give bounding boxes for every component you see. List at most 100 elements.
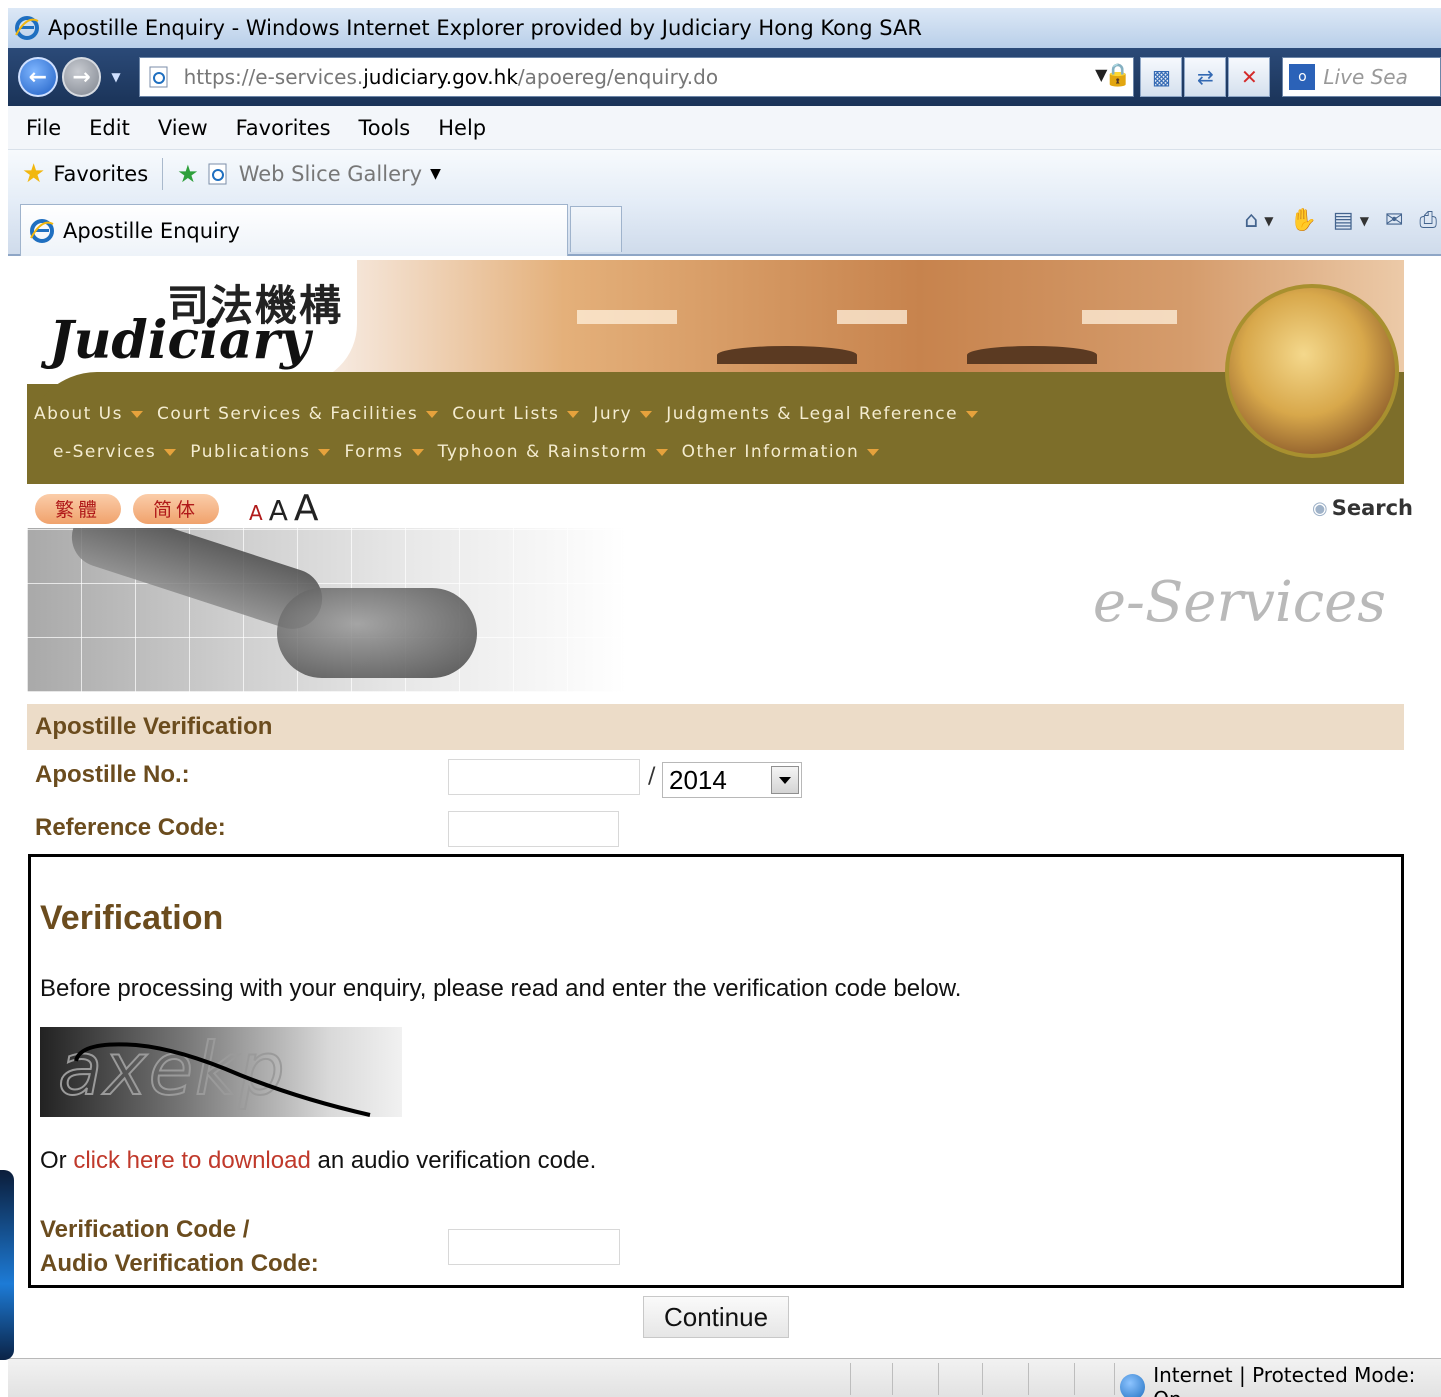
traditional-chinese-button[interactable]: 繁體 — [35, 493, 121, 524]
close-icon: ✕ — [1241, 65, 1258, 89]
status-bar: Internet | Protected Mode: On — [8, 1358, 1441, 1397]
verification-box: Verification Before processing with your… — [28, 854, 1404, 1288]
audio-suffix: an audio verification code. — [310, 1147, 597, 1174]
tab-bar: Apostille Enquiry ⌂ ▼ ✋ ▤ ▼ ✉ ⎙ — [8, 198, 1441, 256]
mail-icon[interactable]: ✉ — [1385, 208, 1403, 233]
live-search-placeholder: Live Sea — [1323, 65, 1408, 89]
year-value: 2014 — [669, 764, 727, 795]
nav-court-services[interactable]: Court Services & Facilities — [157, 404, 448, 424]
new-tab-button[interactable] — [570, 206, 622, 252]
caret-down-icon — [966, 410, 979, 418]
main-nav-row-1: About Us Court Services & Facilities Cou… — [27, 404, 1127, 424]
favorites-bar: ★ Favorites ★ Web Slice Gallery ▼ — [8, 150, 1441, 198]
nav-jury[interactable]: Jury — [593, 404, 662, 424]
favorites-button[interactable]: Favorites — [53, 162, 148, 186]
globe-icon — [1120, 1374, 1146, 1397]
home-dropdown-icon[interactable]: ▼ — [1264, 214, 1273, 228]
print-icon[interactable]: ⎙ — [1419, 208, 1437, 233]
menu-tools[interactable]: Tools — [359, 116, 411, 140]
apostille-no-label: Apostille No.: — [35, 761, 190, 788]
main-nav-row-2: e-Services Publications Forms Typhoon & … — [27, 442, 1127, 462]
refresh-button[interactable]: ⇄ — [1184, 57, 1227, 97]
refresh-icon: ⇄ — [1197, 65, 1214, 89]
year-select[interactable]: 2014 — [662, 762, 802, 798]
ie-logo-icon — [30, 218, 54, 243]
page-content: 司法機構 Judiciary About Us Court Services &… — [12, 256, 1441, 1358]
window-titlebar: Apostille Enquiry - Windows Internet Exp… — [8, 8, 1441, 48]
chevron-down-icon[interactable] — [771, 766, 799, 794]
nav-other-information[interactable]: Other Information — [682, 442, 890, 462]
security-zone-label: Internet | Protected Mode: On — [1153, 1363, 1416, 1397]
nav-typhoon-rainstorm[interactable]: Typhoon & Rainstorm — [438, 442, 678, 462]
courtroom-image — [1225, 284, 1399, 458]
url-scheme: https:// — [183, 65, 256, 89]
security-zone[interactable]: Internet | Protected Mode: On — [1120, 1363, 1441, 1397]
nav-about-us[interactable]: About Us — [34, 404, 153, 424]
toolbar-divider — [162, 158, 164, 190]
home-icon[interactable]: ⌂ — [1244, 208, 1258, 233]
reference-code-input[interactable] — [448, 811, 619, 847]
download-audio-link[interactable]: click here to download — [73, 1147, 310, 1174]
live-search-input[interactable]: o Live Sea — [1282, 57, 1441, 97]
font-medium-button[interactable]: A — [269, 494, 288, 527]
verification-code-input[interactable] — [448, 1229, 620, 1265]
language-bar: 繁體 简体 A A A — [35, 488, 318, 529]
search-label: Search — [1331, 496, 1413, 520]
forward-button[interactable]: → — [61, 57, 102, 97]
apostille-no-input[interactable] — [448, 759, 640, 795]
verification-code-label: Verification Code / Audio Verification C… — [40, 1213, 319, 1280]
star-icon[interactable]: ★ — [22, 159, 45, 189]
ie-logo-icon — [15, 16, 39, 40]
web-slice-icon — [208, 163, 227, 185]
font-small-button[interactable]: A — [249, 501, 263, 525]
nav-forms[interactable]: Forms — [344, 442, 433, 462]
site-search-link[interactable]: ◉ Search — [1312, 496, 1413, 520]
menu-file[interactable]: File — [26, 116, 61, 140]
eservices-logo: e-Services — [1092, 570, 1386, 635]
command-bar: ⌂ ▼ ✋ ▤ ▼ ✉ ⎙ — [1244, 208, 1437, 233]
nav-judgments[interactable]: Judgments & Legal Reference — [666, 404, 988, 424]
caret-down-icon — [867, 448, 880, 456]
chevron-down-icon[interactable]: ▼ — [430, 166, 441, 182]
feeds-dropdown-icon[interactable]: ▼ — [1360, 214, 1369, 228]
nav-background — [27, 372, 1404, 484]
audio-code-line: Or click here to download an audio verif… — [40, 1147, 596, 1175]
nav-court-lists[interactable]: Court Lists — [452, 404, 589, 424]
back-button[interactable]: ← — [18, 57, 58, 97]
caret-down-icon — [318, 448, 331, 456]
lock-icon[interactable]: 🔒 — [1104, 63, 1131, 88]
judiciary-logo[interactable]: Judiciary — [49, 310, 310, 371]
captcha-image: axekp — [40, 1027, 402, 1117]
ie-page-icon — [149, 66, 168, 88]
caret-down-icon — [426, 410, 439, 418]
address-input[interactable]: https:// e-services. judiciary.gov.hk /a… — [138, 57, 1135, 97]
font-large-button[interactable]: A — [294, 488, 319, 529]
caret-down-icon — [655, 448, 668, 456]
tab-apostille-enquiry[interactable]: Apostille Enquiry — [20, 204, 568, 256]
feeds-icon[interactable]: ▤ — [1333, 208, 1354, 233]
stop-button[interactable]: ✕ — [1228, 57, 1271, 97]
hand-icon[interactable]: ✋ — [1290, 208, 1317, 233]
search-icon: ◉ — [1311, 497, 1328, 519]
gavel-image — [27, 528, 627, 692]
simplified-chinese-button[interactable]: 简体 — [133, 493, 219, 524]
menu-view[interactable]: View — [158, 116, 208, 140]
menu-edit[interactable]: Edit — [89, 116, 130, 140]
caret-down-icon — [411, 448, 424, 456]
menu-favorites[interactable]: Favorites — [236, 116, 331, 140]
caret-down-icon — [164, 448, 177, 456]
menu-help[interactable]: Help — [438, 116, 486, 140]
verification-code-label-line2: Audio Verification Code: — [40, 1249, 319, 1277]
nav-publications[interactable]: Publications — [190, 442, 340, 462]
continue-button[interactable]: Continue — [643, 1296, 789, 1338]
nav-e-services[interactable]: e-Services — [53, 442, 186, 462]
arrow-left-icon: ← — [28, 64, 48, 90]
add-favorite-icon[interactable]: ★ — [177, 160, 199, 188]
url-host: judiciary.gov.hk — [363, 65, 518, 89]
history-dropdown-icon[interactable]: ▼ — [111, 70, 120, 84]
reference-code-label: Reference Code: — [35, 814, 226, 841]
captcha-strike-line — [74, 1042, 371, 1117]
compatibility-view-button[interactable]: ▩ — [1140, 57, 1183, 97]
arrow-right-icon: → — [72, 64, 91, 90]
web-slice-gallery-link[interactable]: Web Slice Gallery — [239, 162, 422, 186]
